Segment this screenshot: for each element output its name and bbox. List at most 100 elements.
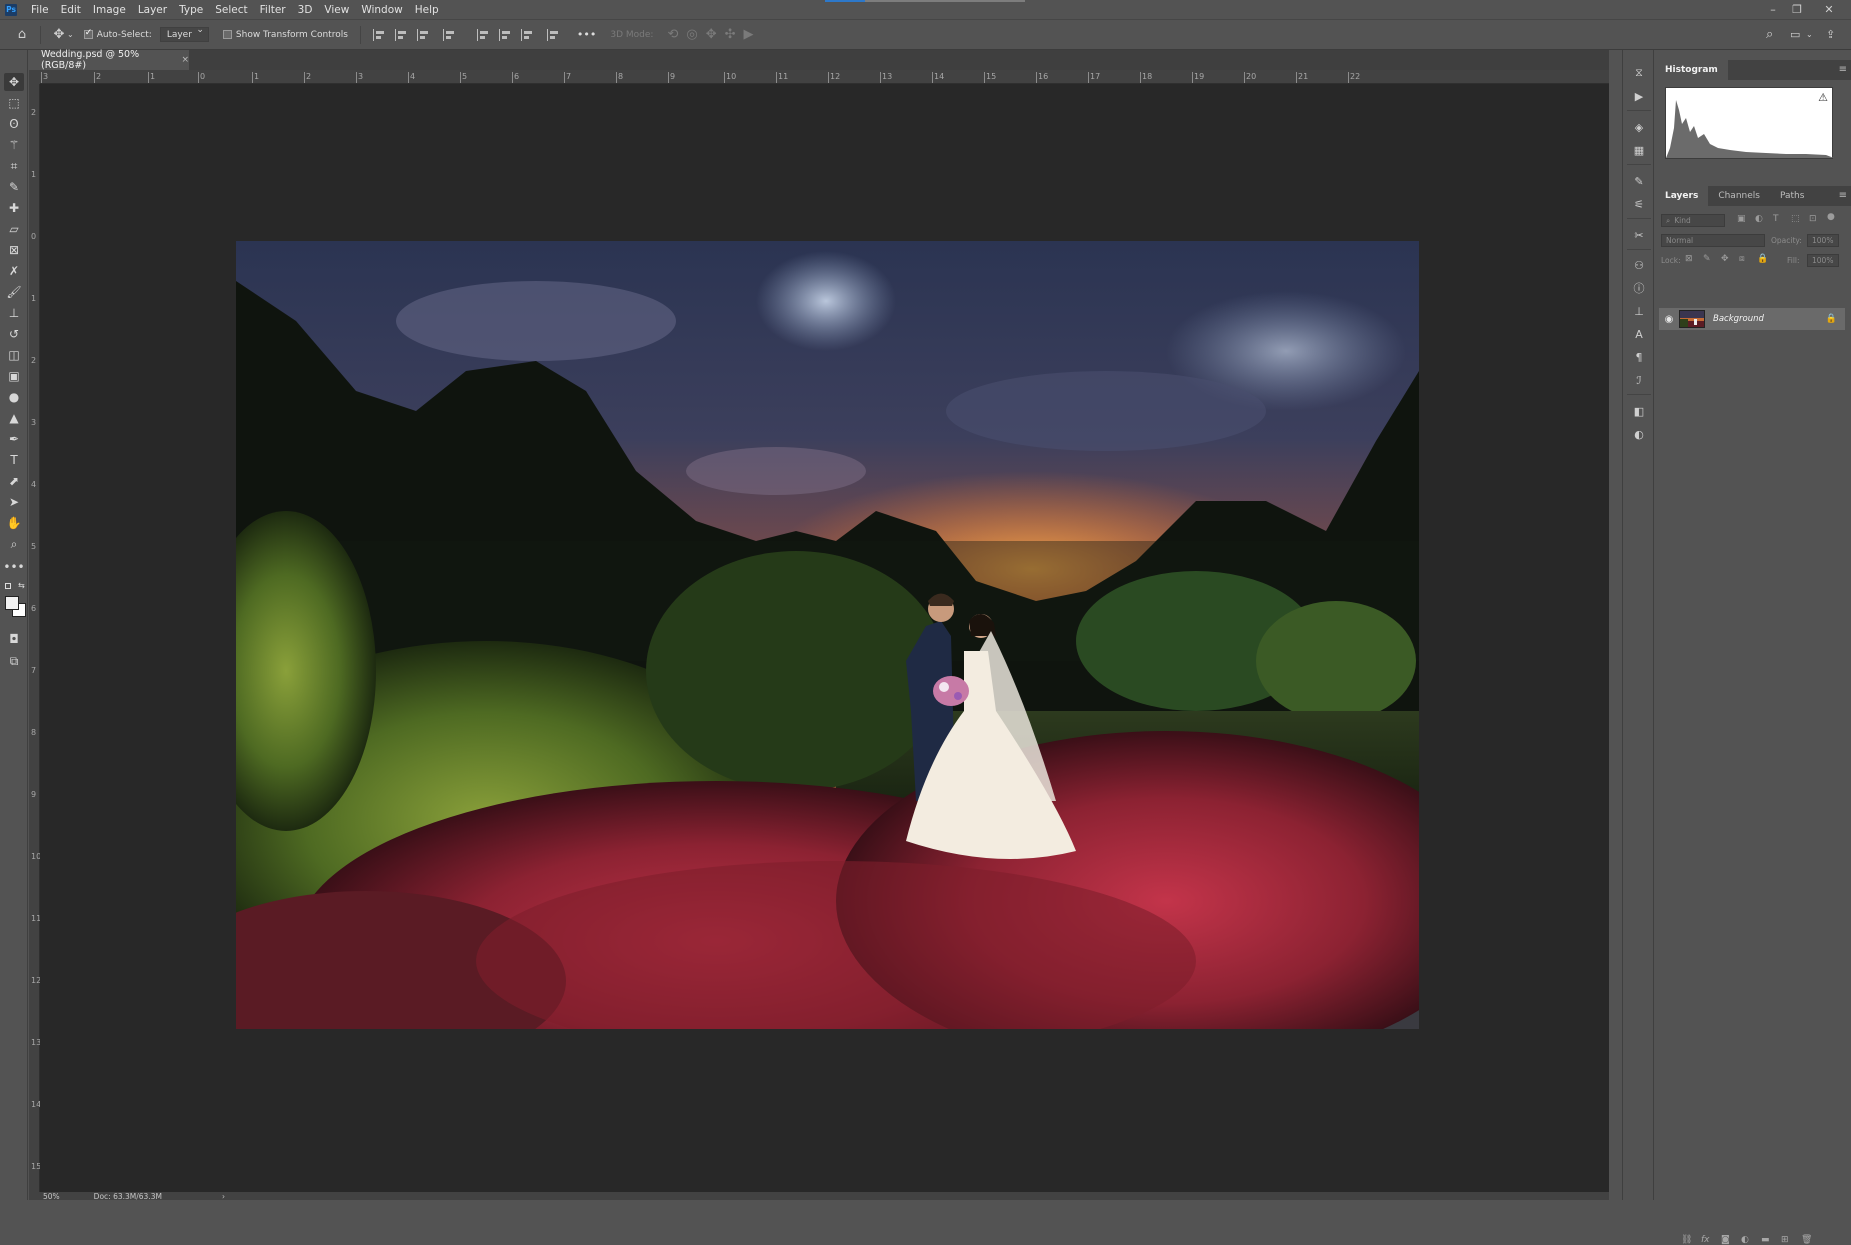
chevron-down-icon[interactable]: ⌄	[1806, 30, 1813, 39]
move-tool-icon[interactable]: ✥	[51, 27, 67, 42]
history-panel-icon[interactable]: ⧖	[1629, 64, 1649, 82]
tab-layers[interactable]: Layers	[1655, 186, 1709, 206]
menu-window[interactable]: Window	[355, 4, 408, 16]
close-icon[interactable]: ×	[181, 55, 189, 65]
gradient-tool-icon[interactable]: ▣	[4, 367, 24, 385]
new-group-icon[interactable]: ▬	[1761, 1235, 1770, 1245]
healing-brush-tool-icon[interactable]: ✚	[4, 199, 24, 217]
layer-style-fx-icon[interactable]: fx	[1701, 1235, 1710, 1245]
edit-toolbar-icon[interactable]: •••	[3, 558, 24, 576]
blend-mode-dropdown[interactable]: Normal	[1661, 234, 1765, 247]
auto-select-checkbox[interactable]: Auto-Select:	[83, 28, 152, 40]
zoom-level[interactable]: 50%	[43, 1192, 60, 1201]
adjustments-panel-icon[interactable]: ⚟	[1629, 195, 1649, 213]
eyedropper-tool-icon[interactable]: ✎	[4, 178, 24, 196]
menu-edit[interactable]: Edit	[55, 4, 87, 16]
direct-selection-tool-icon[interactable]: ➤	[4, 493, 24, 511]
properties-panel-icon[interactable]: ▦	[1629, 141, 1649, 159]
libraries-panel-icon[interactable]: ◧	[1629, 402, 1649, 420]
hamburger-icon[interactable]: ≡	[1839, 64, 1847, 75]
menu-select[interactable]: Select	[209, 4, 253, 16]
3d-pan-icon[interactable]: ✥	[706, 27, 717, 42]
menu-layer[interactable]: Layer	[132, 4, 173, 16]
distribute-vertical-icon[interactable]	[442, 28, 455, 41]
align-bottom-icon[interactable]	[520, 28, 533, 41]
filter-pixel-icon[interactable]: ▣	[1737, 214, 1746, 224]
type-tool-icon[interactable]: T	[4, 451, 24, 469]
tab-channels[interactable]: Channels	[1708, 186, 1770, 206]
filter-shape-icon[interactable]: ⬚	[1791, 214, 1800, 224]
3d-panel-icon[interactable]: ◈	[1629, 118, 1649, 136]
menu-help[interactable]: Help	[409, 4, 445, 16]
filter-adjustment-icon[interactable]: ◐	[1755, 214, 1763, 224]
crop-tool-icon[interactable]: ⌗	[4, 157, 24, 175]
chevron-down-icon[interactable]: ⌄	[67, 30, 74, 39]
align-right-icon[interactable]	[416, 28, 429, 41]
marquee-tool-icon[interactable]: ⬚	[4, 94, 24, 112]
actions-panel-icon[interactable]: ▶	[1629, 87, 1649, 105]
foreground-color-swatch[interactable]	[5, 596, 19, 610]
delete-layer-icon[interactable]: 🗑	[1801, 1235, 1812, 1245]
minimize-button[interactable]: –	[1762, 0, 1784, 19]
filter-smart-object-icon[interactable]: ⊡	[1809, 214, 1817, 224]
tab-paths[interactable]: Paths	[1770, 186, 1814, 206]
lock-position-icon[interactable]: ✥	[1721, 254, 1729, 264]
opacity-field[interactable]: 100%	[1807, 234, 1839, 247]
align-left-icon[interactable]	[372, 28, 385, 41]
lock-artboard-icon[interactable]: ⧈	[1739, 254, 1745, 264]
screen-mode-icon[interactable]: ⧉	[4, 652, 24, 670]
more-options-button[interactable]: •••	[577, 28, 596, 41]
align-center-icon[interactable]	[394, 28, 407, 41]
distribute-horizontal-icon[interactable]	[546, 28, 559, 41]
filter-type-icon[interactable]: T	[1773, 214, 1779, 224]
stamp-panel-icon[interactable]: ⊥	[1629, 302, 1649, 320]
horizontal-ruler[interactable]: 3 2 1 0 1 2 3 4 5 6 7 8 9 10 11 12 13 14 15 16 17 18 19 20 21 22	[40, 70, 1609, 84]
eye-icon[interactable]: ◉	[1659, 314, 1679, 325]
character-panel-icon[interactable]: A	[1629, 325, 1649, 343]
close-window-button[interactable]: ✕	[1818, 0, 1840, 19]
menu-file[interactable]: File	[25, 4, 55, 16]
document-tab[interactable]: Wedding.psd @ 50% (RGB/8#) ×	[29, 49, 189, 71]
brush-tool-icon[interactable]: 🖌	[4, 283, 24, 301]
brush-settings-icon[interactable]: ✎	[1629, 172, 1649, 190]
layer-row[interactable]: ◉ Background 🔒	[1659, 308, 1845, 330]
3d-orbit-icon[interactable]: ⟲	[667, 27, 678, 42]
restore-button[interactable]: ❐	[1786, 0, 1808, 19]
lock-icon[interactable]: 🔒	[1826, 314, 1837, 324]
magic-wand-tool-icon[interactable]: ⚚	[4, 136, 24, 154]
home-icon[interactable]: ⌂	[14, 27, 30, 42]
menu-view[interactable]: View	[318, 4, 355, 16]
pen-tool-icon[interactable]: ✒	[4, 430, 24, 448]
tool-presets-icon[interactable]: ✂	[1629, 226, 1649, 244]
menu-3d[interactable]: 3D	[292, 4, 319, 16]
lasso-tool-icon[interactable]: ʘ	[4, 115, 24, 133]
menu-type[interactable]: Type	[173, 4, 209, 16]
status-menu-arrow[interactable]: ›	[222, 1192, 225, 1201]
new-adjustment-layer-icon[interactable]: ◐	[1741, 1235, 1749, 1245]
lock-pixels-icon[interactable]: ✎	[1703, 254, 1711, 264]
search-icon[interactable]: ⌕	[1766, 27, 1773, 42]
layer-name[interactable]: Background	[1713, 314, 1826, 324]
zoom-tool-icon[interactable]: ⌕	[4, 535, 24, 553]
quick-mask-icon[interactable]: ◘	[4, 630, 24, 648]
dodge-tool-icon[interactable]: ▲	[4, 409, 24, 427]
blur-tool-icon[interactable]: ●	[4, 388, 24, 406]
warning-icon[interactable]: ⚠	[1818, 91, 1828, 104]
color-panel-icon[interactable]: ◐	[1629, 425, 1649, 443]
link-layers-icon[interactable]: ⛓	[1681, 1235, 1692, 1245]
content-aware-move-icon[interactable]: ✗	[4, 262, 24, 280]
document-image[interactable]	[236, 241, 1419, 1029]
3d-camera-icon[interactable]: ▶	[744, 27, 754, 42]
layer-filter-dropdown[interactable]: ⌕ Kind	[1661, 214, 1725, 227]
default-colors-icon[interactable]	[5, 583, 11, 589]
fill-field[interactable]: 100%	[1807, 254, 1839, 267]
swap-colors-icon[interactable]: ⇆	[18, 581, 25, 590]
auto-select-target-dropdown[interactable]: Layer	[159, 25, 209, 42]
hamburger-icon[interactable]: ≡	[1839, 190, 1847, 201]
3d-slide-icon[interactable]: ✣	[725, 27, 736, 42]
ruler-tool-icon[interactable]: ▱	[4, 220, 24, 238]
canvas-area[interactable]	[40, 84, 1609, 1192]
path-selection-tool-icon[interactable]: ⬈	[4, 472, 24, 490]
clone-stamp-tool-icon[interactable]: ⊥	[4, 304, 24, 322]
hand-tool-icon[interactable]: ✋	[4, 514, 24, 532]
